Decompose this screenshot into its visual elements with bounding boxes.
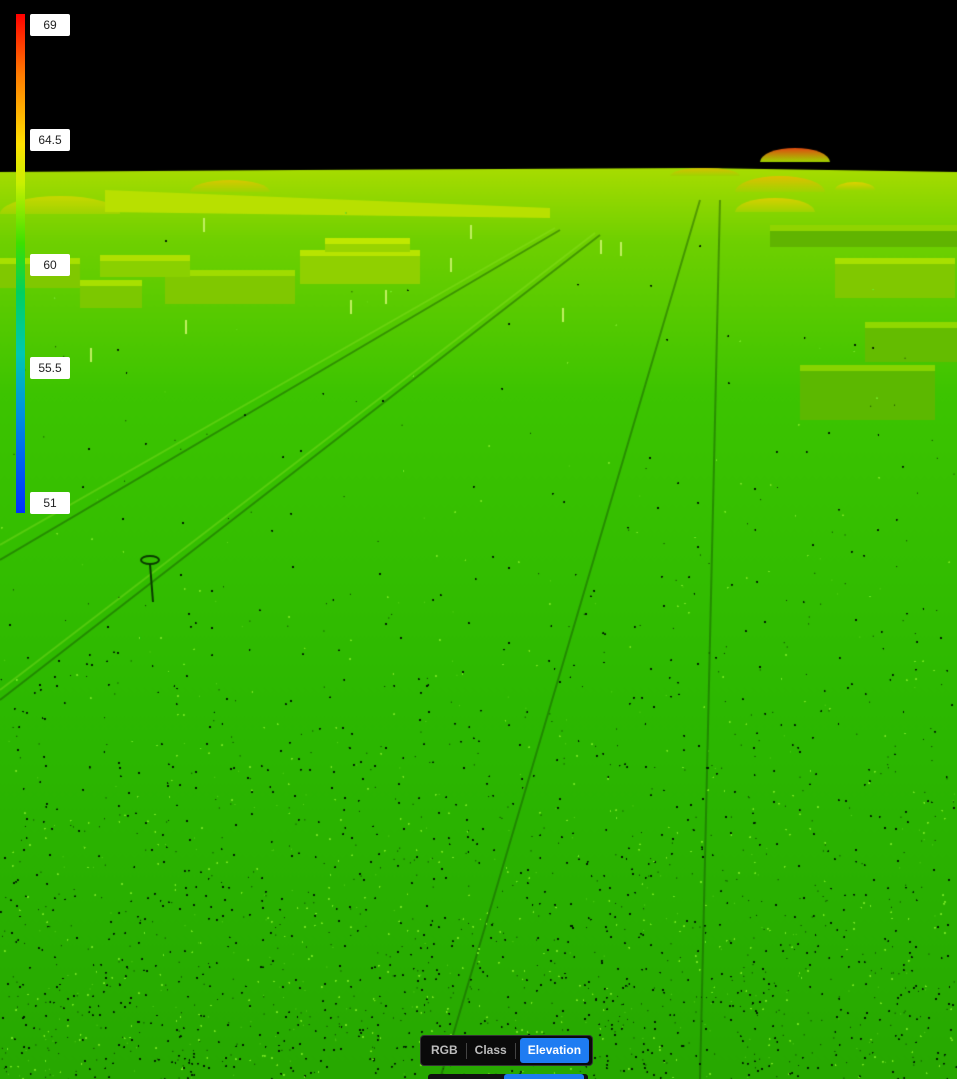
secondary-toolbar-active-button[interactable] xyxy=(504,1074,584,1079)
view-mode-toggle: RGB Class Elevation xyxy=(420,1035,593,1066)
mode-divider xyxy=(514,1042,516,1059)
secondary-toolbar xyxy=(428,1074,588,1079)
elevation-legend: 69 64.5 60 55.5 51 xyxy=(0,0,90,520)
elevation-point-cloud-canvas[interactable] xyxy=(0,0,957,1079)
point-cloud-viewer[interactable]: 69 64.5 60 55.5 51 RGB Class Elevation xyxy=(0,0,957,1079)
elevation-mode-button[interactable]: Elevation xyxy=(519,1038,590,1063)
legend-lower-label: 55.5 xyxy=(30,357,70,379)
legend-mid-label: 60 xyxy=(30,254,70,276)
legend-upper-label: 64.5 xyxy=(30,129,70,151)
elevation-color-ramp xyxy=(16,14,25,513)
legend-max-label: 69 xyxy=(30,14,70,36)
class-mode-button[interactable]: Class xyxy=(467,1038,515,1063)
legend-min-label: 51 xyxy=(30,492,70,514)
rgb-mode-button[interactable]: RGB xyxy=(423,1038,466,1063)
